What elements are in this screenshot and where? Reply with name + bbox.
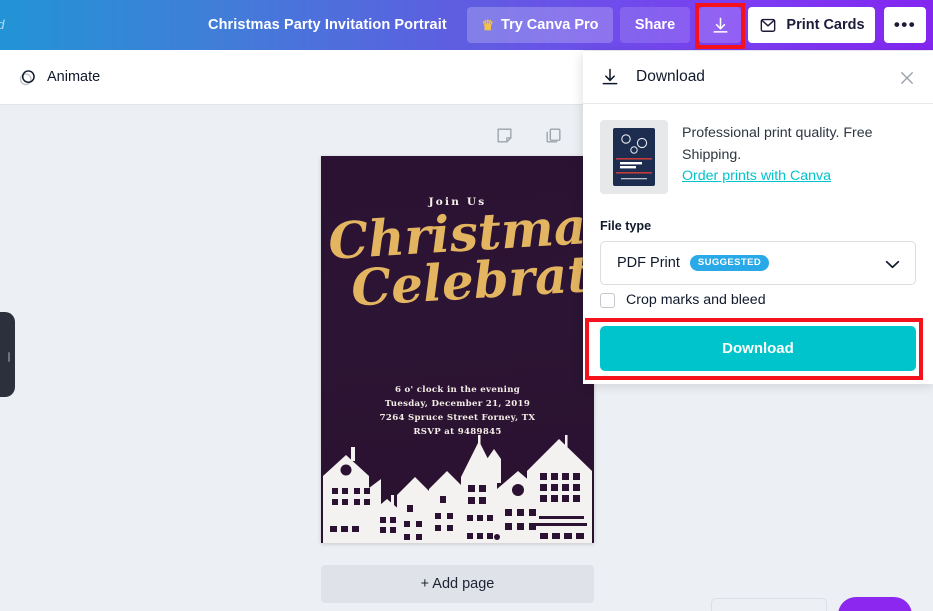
print-cards-label: Print Cards (786, 17, 865, 33)
animate-circles-icon (19, 69, 35, 85)
panel-grip (8, 352, 10, 362)
card-event-details: 6 o' clock in the evening Tuesday, Decem… (321, 384, 594, 440)
zoom-control[interactable] (711, 598, 827, 611)
file-type-label: File type (600, 219, 652, 233)
order-prints-link[interactable]: Order prints with Canva (682, 168, 831, 184)
download-panel-header: Download (583, 51, 933, 104)
print-cards-button[interactable]: Print Cards (748, 7, 875, 43)
file-type-value: PDF Print (617, 255, 680, 271)
card-preview-thumbnail (600, 120, 668, 194)
bottom-primary-button[interactable] (838, 597, 912, 611)
download-submit-label: Download (722, 340, 794, 357)
chevron-down-icon (885, 260, 900, 269)
more-options-button[interactable]: ••• (884, 7, 926, 43)
file-type-select[interactable]: PDF Print SUGGESTED (600, 241, 916, 285)
canva-editor-window: ed Christmas Party Invitation Portrait ♛… (0, 0, 933, 611)
more-dots-icon: ••• (893, 15, 917, 34)
promo-description: Professional print quality. Free Shippin… (682, 125, 873, 163)
collapsed-side-panel-handle[interactable] (0, 312, 15, 397)
download-arrow-icon (712, 17, 728, 33)
save-status-text: ed (0, 17, 4, 32)
add-page-label: + Add page (420, 576, 495, 592)
add-page-button[interactable]: + Add page (321, 565, 594, 603)
download-submit-button[interactable]: Download (600, 326, 916, 371)
card-detail-time: 6 o' clock in the evening (394, 385, 521, 395)
envelope-icon (761, 18, 776, 32)
village-silhouette-illustration (323, 435, 592, 543)
close-icon[interactable] (898, 69, 916, 87)
design-canvas-page[interactable]: Join Us Christmass Celebration 6 o' cloc… (321, 156, 594, 543)
card-detail-date: Tuesday, December 21, 2019 (384, 398, 531, 409)
share-label: Share (634, 17, 676, 33)
animate-label: Animate (47, 69, 101, 85)
print-promo-section: Professional print quality. Free Shippin… (583, 104, 933, 194)
card-title: Christmass Celebration (327, 193, 594, 318)
download-panel-title: Download (636, 68, 705, 85)
card-detail-address: 7264 Spruce Street Forney, TX (379, 412, 536, 423)
promo-text-block: Professional print quality. Free Shippin… (682, 120, 907, 194)
try-canva-pro-label: Try Canva Pro (501, 17, 599, 33)
crop-marks-checkbox[interactable] (600, 292, 615, 308)
top-header-bar: ed Christmas Party Invitation Portrait ♛… (0, 0, 933, 50)
suggested-badge: SUGGESTED (689, 255, 770, 271)
thumbnail-card-art (613, 128, 655, 186)
try-canva-pro-button[interactable]: ♛ Try Canva Pro (467, 7, 613, 43)
editor-toolbar: Animate (0, 50, 583, 105)
download-header-button[interactable] (699, 7, 741, 43)
duplicate-page-icon[interactable] (544, 126, 563, 145)
document-title[interactable]: Christmas Party Invitation Portrait (208, 17, 447, 33)
crown-icon: ♛ (481, 17, 495, 33)
download-panel: Download Professional print quality. Fre… (583, 51, 933, 384)
card-title-line2: Celebration (349, 238, 594, 318)
add-note-icon[interactable] (495, 126, 514, 145)
crop-marks-checkbox-row[interactable]: Crop marks and bleed (600, 292, 766, 308)
download-arrow-icon (602, 68, 618, 85)
share-button[interactable]: Share (620, 7, 690, 43)
animate-button[interactable]: Animate (17, 67, 100, 88)
crop-marks-label: Crop marks and bleed (626, 292, 766, 308)
